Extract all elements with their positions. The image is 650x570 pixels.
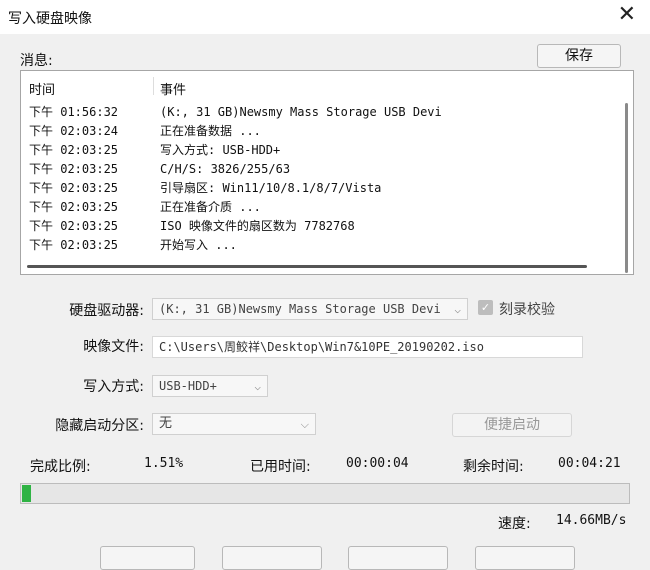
image-file-field[interactable]: C:\Users\周鲛祥\Desktop\Win7&10PE_20190202.…: [152, 336, 583, 358]
remaining-value: 00:04:21: [558, 456, 621, 471]
log-row[interactable]: 下午 02:03:25 ISO 映像文件的扇区数为 7782768: [21, 217, 621, 236]
check-icon: ✓: [480, 301, 491, 314]
drive-label: 硬盘驱动器:: [69, 303, 144, 319]
write-method-value: USB-HDD+: [159, 379, 217, 393]
verify-checkbox[interactable]: ✓: [478, 300, 493, 315]
log-header: 时间 事件: [21, 71, 621, 101]
hidden-partition-value: 无: [159, 416, 173, 431]
window-title: 写入硬盘映像: [8, 11, 92, 27]
log-event: 引导扇区: Win11/10/8.1/8/7/Vista: [160, 181, 382, 195]
image-file-label: 映像文件:: [83, 339, 144, 355]
completion-value: 1.51%: [144, 456, 184, 471]
close-icon[interactable]: ✕: [618, 4, 636, 26]
write-method-label: 写入方式:: [83, 379, 144, 395]
progress-fill: [22, 485, 31, 502]
log-event: 正在准备介质 ...: [160, 200, 261, 214]
log-event: (K:, 31 GB)Newsmy Mass Storage USB Devi: [160, 105, 442, 119]
log-time: 下午 02:03:25: [29, 181, 119, 195]
log-row[interactable]: 下午 02:03:25 引导扇区: Win11/10/8.1/8/7/Vista: [21, 179, 621, 198]
log-event: 正在准备数据 ...: [160, 124, 261, 138]
chevron-down-icon: ⌵: [254, 380, 261, 393]
bottom-button[interactable]: [100, 546, 195, 570]
messages-label: 消息:: [20, 53, 53, 69]
write-method-select[interactable]: USB-HDD+ ⌵: [152, 375, 268, 397]
log-rows: 下午 01:56:32 (K:, 31 GB)Newsmy Mass Storag…: [21, 103, 621, 255]
log-time: 下午 02:03:24: [29, 124, 119, 138]
save-button[interactable]: 保存: [537, 44, 621, 68]
log-event: 开始写入 ...: [160, 238, 237, 252]
bottom-button[interactable]: [348, 546, 448, 570]
log-row[interactable]: 下午 02:03:25 正在准备介质 ...: [21, 198, 621, 217]
log-time: 下午 02:03:25: [29, 238, 119, 252]
drive-select-value: (K:, 31 GB)Newsmy Mass Storage USB Devi: [159, 302, 441, 316]
log-time: 下午 02:03:25: [29, 162, 119, 176]
column-divider[interactable]: [153, 77, 154, 95]
elapsed-value: 00:00:04: [346, 456, 409, 471]
log-event: 写入方式: USB-HDD+: [160, 143, 281, 157]
log-time: 下午 01:56:32: [29, 105, 119, 119]
chevron-down-icon: ⌵: [454, 303, 461, 316]
log-row[interactable]: 下午 01:56:32 (K:, 31 GB)Newsmy Mass Storag…: [21, 103, 621, 122]
progress-bar: [20, 483, 630, 504]
hidden-partition-label: 隐藏启动分区:: [55, 418, 144, 434]
log-event: C/H/S: 3826/255/63: [160, 162, 291, 176]
verify-label[interactable]: 刻录校验: [499, 299, 555, 319]
title-bar: 写入硬盘映像 ✕: [0, 0, 650, 34]
drive-select[interactable]: (K:, 31 GB)Newsmy Mass Storage USB Devi …: [152, 298, 468, 320]
log-row[interactable]: 下午 02:03:25 写入方式: USB-HDD+: [21, 141, 621, 160]
quick-boot-button[interactable]: 便捷启动: [452, 413, 572, 437]
log-event: ISO 映像文件的扇区数为 7782768: [160, 219, 355, 233]
vertical-scrollbar[interactable]: [625, 103, 628, 273]
log-time: 下午 02:03:25: [29, 143, 119, 157]
column-header-time[interactable]: 时间: [29, 79, 55, 98]
speed-value: 14.66MB/s: [556, 513, 627, 528]
log-row[interactable]: 下午 02:03:25 开始写入 ...: [21, 236, 621, 255]
remaining-label: 剩余时间:: [463, 459, 524, 475]
elapsed-label: 已用时间:: [250, 459, 311, 475]
horizontal-scrollbar[interactable]: [27, 265, 587, 268]
log-row[interactable]: 下午 02:03:25 C/H/S: 3826/255/63: [21, 160, 621, 179]
speed-label: 速度:: [498, 516, 531, 532]
hidden-partition-select[interactable]: 无 ⌵: [152, 413, 316, 435]
log-time: 下午 02:03:25: [29, 200, 119, 214]
bottom-button[interactable]: [222, 546, 322, 570]
message-log[interactable]: 时间 事件 下午 01:56:32 (K:, 31 GB)Newsmy Mass …: [20, 70, 634, 275]
log-time: 下午 02:03:25: [29, 219, 119, 233]
completion-label: 完成比例:: [30, 459, 91, 475]
bottom-button[interactable]: [475, 546, 575, 570]
log-row[interactable]: 下午 02:03:24 正在准备数据 ...: [21, 122, 621, 141]
column-header-event[interactable]: 事件: [160, 79, 186, 98]
chevron-down-icon: ⌵: [300, 418, 309, 431]
